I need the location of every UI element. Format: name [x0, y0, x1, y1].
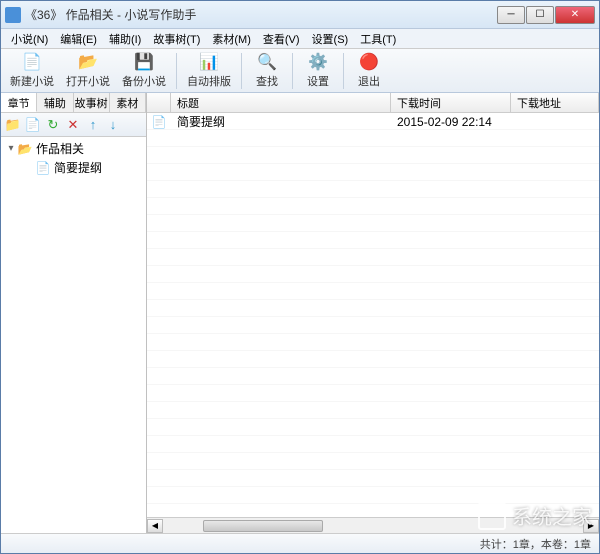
tab-assist[interactable]: 辅助	[37, 93, 73, 112]
tree-root-node[interactable]: ▾ 📂 作品相关	[3, 139, 144, 158]
find-button[interactable]: 🔍 查找	[247, 49, 287, 92]
column-icon[interactable]	[147, 93, 171, 112]
auto-format-label: 自动排版	[187, 73, 231, 89]
column-title[interactable]: 标题	[171, 93, 391, 112]
menu-storytree[interactable]: 故事树(T)	[147, 29, 206, 49]
content-area: 章节 辅助 故事树 素材 📁 📄 ↻ ✕ ↑ ↓ ▾ 📂 作品相关	[1, 93, 599, 533]
new-novel-label: 新建小说	[10, 73, 54, 89]
open-folder-icon: 📂	[78, 52, 98, 72]
folder-open-icon: 📂	[17, 142, 33, 156]
chapter-tree[interactable]: ▾ 📂 作品相关 📄 简要提纲	[1, 137, 146, 533]
app-icon	[5, 7, 21, 23]
sidebar-toolbar: 📁 📄 ↻ ✕ ↑ ↓	[1, 113, 146, 137]
move-up-icon[interactable]: ↑	[85, 117, 101, 133]
new-novel-button[interactable]: 📄 新建小说	[5, 49, 59, 92]
exit-icon: 🔴	[359, 52, 379, 72]
toolbar: 📄 新建小说 📂 打开小说 💾 备份小说 📊 自动排版 🔍 查找 ⚙️ 设置 🔴	[1, 49, 599, 93]
exit-label: 退出	[358, 73, 380, 89]
scroll-left-button[interactable]: ◀	[147, 519, 163, 533]
open-novel-label: 打开小说	[66, 73, 110, 89]
add-folder-icon[interactable]: 📁	[5, 117, 21, 133]
list-header: 标题 下载时间 下载地址	[147, 93, 599, 113]
menu-material[interactable]: 素材(M)	[206, 29, 257, 49]
menu-assist[interactable]: 辅助(I)	[103, 29, 147, 49]
column-time[interactable]: 下载时间	[391, 93, 511, 112]
app-window: 《36》 作品相关 - 小说写作助手 ─ ☐ ✕ 小说(N) 编辑(E) 辅助(…	[0, 0, 600, 554]
collapse-icon[interactable]: ▾	[5, 143, 17, 154]
horizontal-scrollbar[interactable]: ◀ ▶	[147, 517, 599, 533]
scroll-right-button[interactable]: ▶	[583, 519, 599, 533]
add-page-icon[interactable]: 📄	[25, 117, 41, 133]
menubar: 小说(N) 编辑(E) 辅助(I) 故事树(T) 素材(M) 查看(V) 设置(…	[1, 29, 599, 49]
row-title: 简要提纲	[171, 113, 391, 130]
list-body[interactable]: 📄 简要提纲 2015-02-09 22:14	[147, 113, 599, 517]
gear-icon: ⚙️	[308, 52, 328, 72]
row-document-icon: 📄	[147, 115, 171, 129]
find-label: 查找	[256, 73, 278, 89]
tree-child-node[interactable]: 📄 简要提纲	[21, 158, 144, 177]
close-button[interactable]: ✕	[555, 6, 595, 24]
menu-tools[interactable]: 工具(T)	[354, 29, 402, 49]
scroll-thumb[interactable]	[203, 520, 323, 532]
tab-storytree[interactable]: 故事树	[74, 93, 110, 112]
backup-novel-button[interactable]: 💾 备份小说	[117, 49, 171, 92]
tab-material[interactable]: 素材	[110, 93, 146, 112]
auto-format-button[interactable]: 📊 自动排版	[182, 49, 236, 92]
tree-root-label: 作品相关	[36, 140, 84, 157]
toolbar-separator	[292, 53, 293, 89]
main-panel: 标题 下载时间 下载地址 📄 简要提纲 2015-02-09 22:14 ◀ ▶	[147, 93, 599, 533]
scroll-track[interactable]	[163, 519, 583, 533]
tab-chapter[interactable]: 章节	[1, 93, 37, 112]
maximize-button[interactable]: ☐	[526, 6, 554, 24]
exit-button[interactable]: 🔴 退出	[349, 49, 389, 92]
list-row[interactable]: 📄 简要提纲 2015-02-09 22:14	[147, 113, 599, 130]
toolbar-separator	[176, 53, 177, 89]
statusbar: 共计：1章，本卷：1章	[1, 533, 599, 553]
open-novel-button[interactable]: 📂 打开小说	[61, 49, 115, 92]
document-icon: 📄	[35, 161, 51, 175]
column-url[interactable]: 下载地址	[511, 93, 599, 112]
refresh-icon[interactable]: ↻	[45, 117, 61, 133]
toolbar-separator	[343, 53, 344, 89]
titlebar[interactable]: 《36》 作品相关 - 小说写作助手 ─ ☐ ✕	[1, 1, 599, 29]
row-time: 2015-02-09 22:14	[391, 115, 511, 129]
backup-novel-label: 备份小说	[122, 73, 166, 89]
move-down-icon[interactable]: ↓	[105, 117, 121, 133]
menu-edit[interactable]: 编辑(E)	[54, 29, 103, 49]
sidebar-tabs: 章节 辅助 故事树 素材	[1, 93, 146, 113]
menu-view[interactable]: 查看(V)	[257, 29, 306, 49]
tree-child-label: 简要提纲	[54, 159, 102, 176]
menu-novel[interactable]: 小说(N)	[5, 29, 54, 49]
minimize-button[interactable]: ─	[497, 6, 525, 24]
status-text: 共计：1章，本卷：1章	[480, 536, 591, 552]
sidebar: 章节 辅助 故事树 素材 📁 📄 ↻ ✕ ↑ ↓ ▾ 📂 作品相关	[1, 93, 147, 533]
delete-icon[interactable]: ✕	[65, 117, 81, 133]
toolbar-separator	[241, 53, 242, 89]
settings-label: 设置	[307, 73, 329, 89]
settings-button[interactable]: ⚙️ 设置	[298, 49, 338, 92]
backup-icon: 💾	[134, 52, 154, 72]
format-icon: 📊	[199, 52, 219, 72]
window-controls: ─ ☐ ✕	[497, 6, 595, 24]
search-icon: 🔍	[257, 52, 277, 72]
new-file-icon: 📄	[22, 52, 42, 72]
window-title: 《36》 作品相关 - 小说写作助手	[25, 6, 497, 23]
menu-settings[interactable]: 设置(S)	[306, 29, 355, 49]
